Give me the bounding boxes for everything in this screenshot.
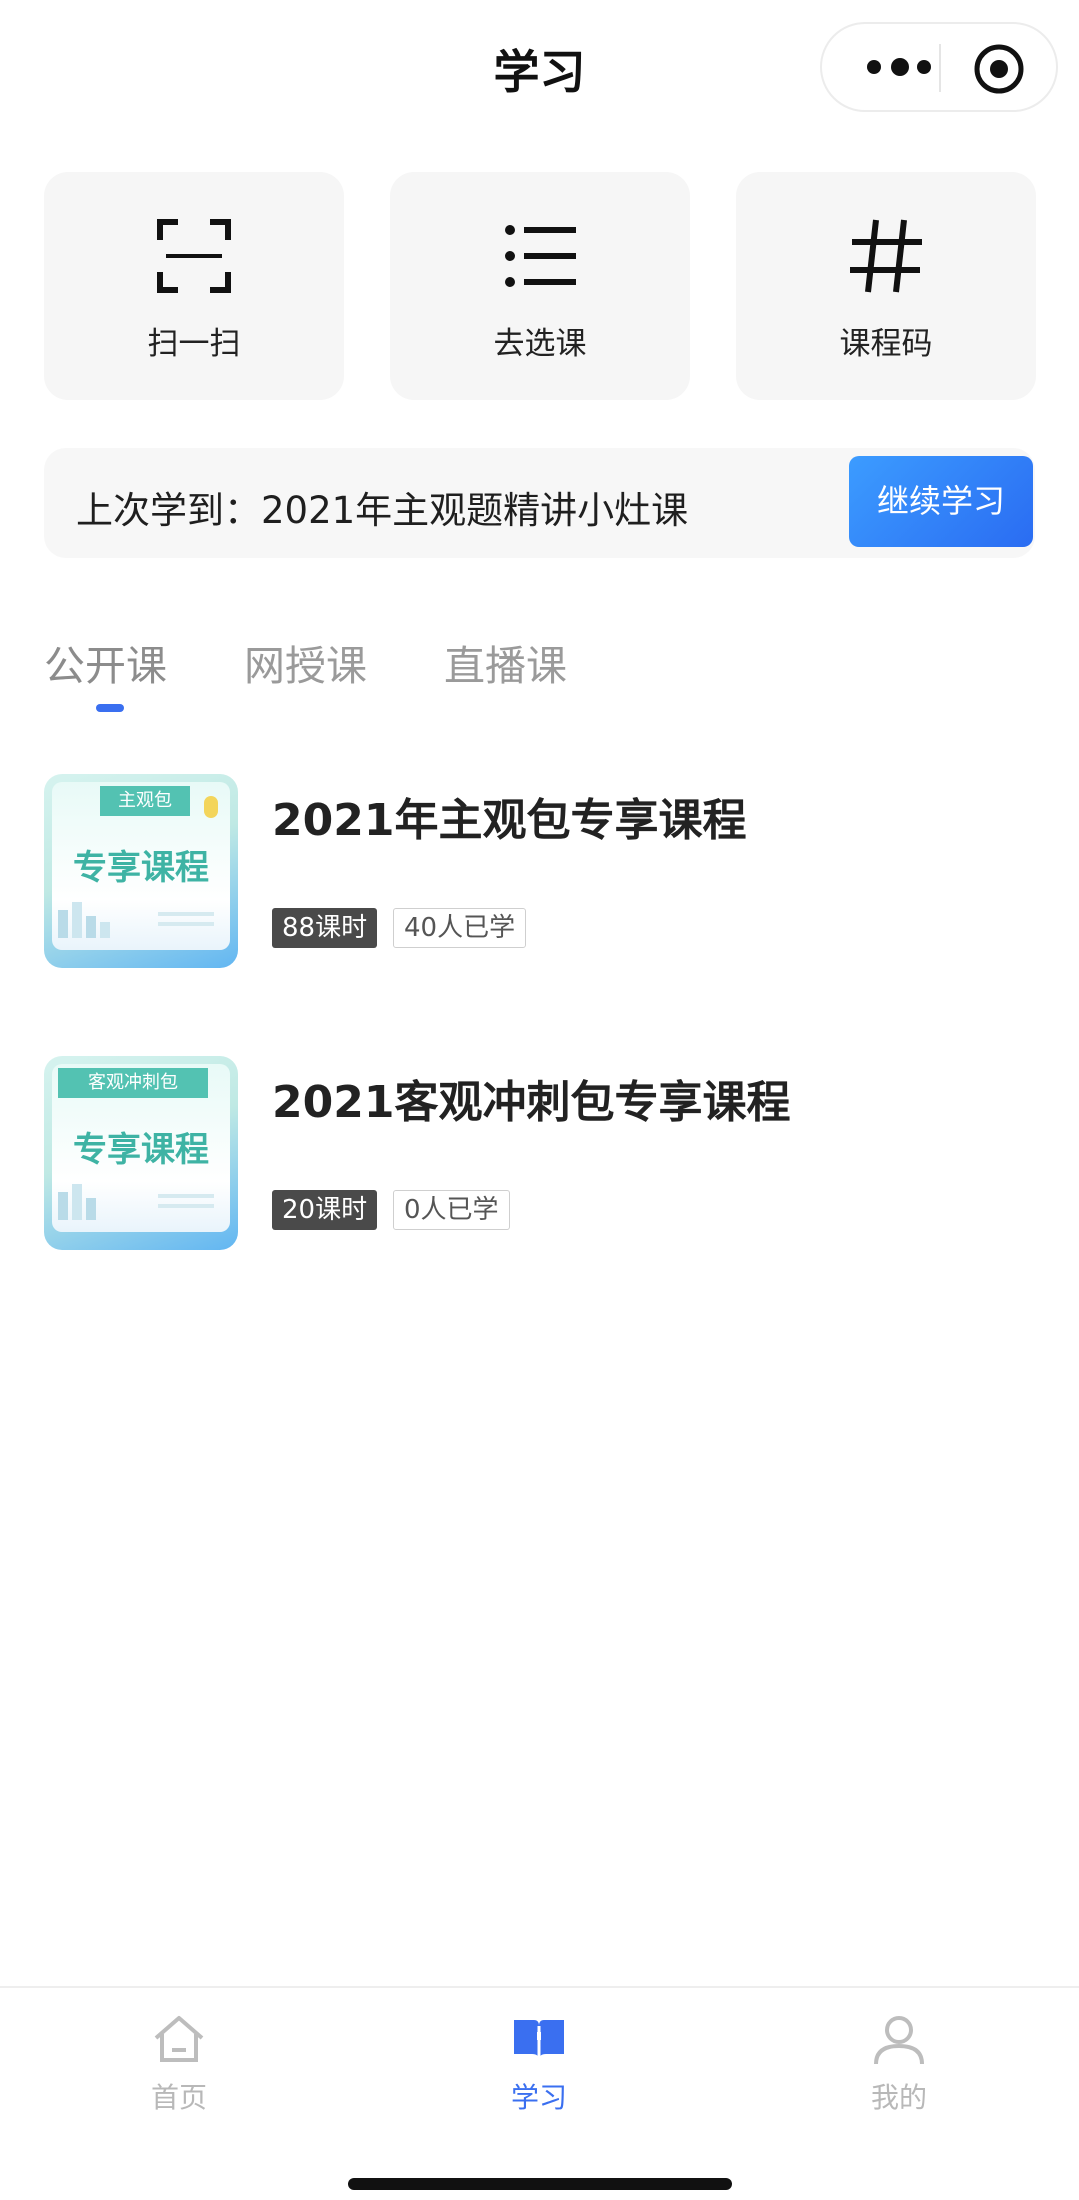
course-title: 2021年主观包专享课程 (272, 795, 747, 846)
course-title: 2021客观冲刺包专享课程 (272, 1077, 791, 1128)
close-target-icon[interactable] (972, 42, 1026, 96)
tab-live-course[interactable]: 直播课 (444, 632, 567, 692)
thumb-banner: 客观冲刺包 (58, 1068, 208, 1098)
active-tab-indicator (96, 704, 124, 712)
last-study-bar: 上次学到：2021年主观题精讲小灶课 继续学习 (44, 448, 1035, 558)
scan-icon (157, 219, 231, 293)
tabbar-label-study: 学习 (510, 2081, 567, 2114)
more-icon[interactable] (856, 42, 946, 92)
learner-count-badge: 0人已学 (393, 1190, 510, 1230)
user-icon (874, 2016, 924, 2065)
book-icon (514, 2020, 564, 2060)
capsule-divider (939, 44, 941, 92)
last-study-text: 上次学到：2021年主观题精讲小灶课 (76, 489, 689, 532)
course-thumbnail: 客观冲刺包 专享课程 (44, 1056, 238, 1250)
lesson-count-badge: 20课时 (272, 1190, 378, 1230)
select-course-label: 去选课 (493, 326, 587, 362)
mini-program-capsule (820, 22, 1058, 112)
scan-button[interactable]: 扫一扫 (44, 172, 344, 400)
thumb-text: 专享课程 (73, 1130, 209, 1170)
hash-icon (850, 219, 922, 293)
tabbar-item-study[interactable]: 学习 (459, 2010, 619, 2116)
continue-study-button[interactable]: 继续学习 (849, 456, 1033, 547)
thumb-banner: 主观包 (100, 786, 190, 816)
learner-count-badge: 40人已学 (393, 908, 527, 948)
course-item[interactable]: 主观包 专享课程 2021年主观包专享课程 88课时 40人已学 (44, 774, 1044, 970)
thumb-text: 专享课程 (73, 848, 209, 888)
tabbar-item-home[interactable]: 首页 (99, 2010, 259, 2116)
course-thumbnail: 主观包 专享课程 (44, 774, 238, 968)
tabbar-item-mine[interactable]: 我的 (819, 2010, 979, 2116)
lesson-count-badge: 88课时 (272, 908, 378, 948)
tabbar-label-home: 首页 (150, 2081, 207, 2114)
course-code-button[interactable]: 课程码 (736, 172, 1036, 400)
home-indicator (348, 2178, 732, 2190)
scan-label: 扫一扫 (147, 326, 241, 362)
list-icon (505, 225, 576, 287)
tab-online-course[interactable]: 网授课 (244, 632, 367, 692)
bottom-tab-bar: 首页 学习 我的 (0, 1986, 1079, 2200)
course-item[interactable]: 客观冲刺包 专享课程 2021客观冲刺包专享课程 20课时 0人已学 (44, 1056, 1044, 1252)
home-icon (154, 2016, 204, 2062)
tabbar-label-mine: 我的 (870, 2081, 927, 2114)
tab-public-course[interactable]: 公开课 (44, 632, 167, 692)
course-code-label: 课程码 (839, 326, 933, 362)
select-course-button[interactable]: 去选课 (390, 172, 690, 400)
